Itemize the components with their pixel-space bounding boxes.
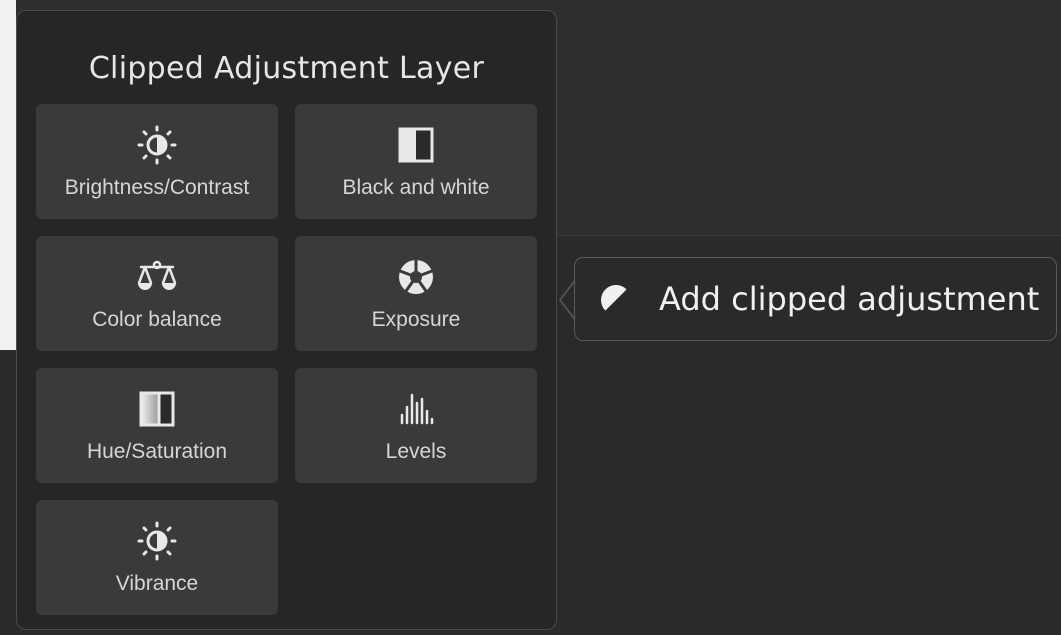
hue-saturation-icon [36, 388, 278, 430]
black-white-icon [295, 124, 537, 166]
tile-label: Brightness/Contrast [64, 176, 250, 199]
hue-saturation-button[interactable]: Hue/Saturation [36, 368, 278, 483]
panel-title: Clipped Adjustment Layer [88, 51, 485, 86]
vibrance-icon [36, 520, 278, 562]
canvas-edge [0, 0, 16, 350]
tile-label: Hue/Saturation [86, 440, 228, 463]
brightness-icon [36, 124, 278, 166]
brightness-contrast-button[interactable]: Brightness/Contrast [36, 104, 278, 219]
vibrance-button[interactable]: Vibrance [36, 500, 278, 615]
clipped-adjustment-panel: Clipped Adjustment Layer Brightness/Cont… [16, 10, 557, 630]
levels-icon [295, 388, 537, 430]
black-and-white-button[interactable]: Black and white [295, 104, 537, 219]
color-balance-button[interactable]: Color balance [36, 236, 278, 351]
aperture-icon [295, 256, 537, 298]
tile-label: Black and white [342, 176, 490, 199]
add-clipped-adjustment-tooltip[interactable]: Add clipped adjustment [574, 257, 1057, 341]
clip-adjust-icon [599, 283, 633, 322]
tooltip-text: Add clipped adjustment [659, 280, 1040, 318]
levels-button[interactable]: Levels [295, 368, 537, 483]
scale-icon [36, 256, 278, 298]
tile-label: Color balance [92, 308, 222, 331]
tile-label: Vibrance [115, 572, 199, 595]
exposure-button[interactable]: Exposure [295, 236, 537, 351]
tile-label: Exposure [371, 308, 461, 331]
tile-label: Levels [385, 440, 447, 463]
